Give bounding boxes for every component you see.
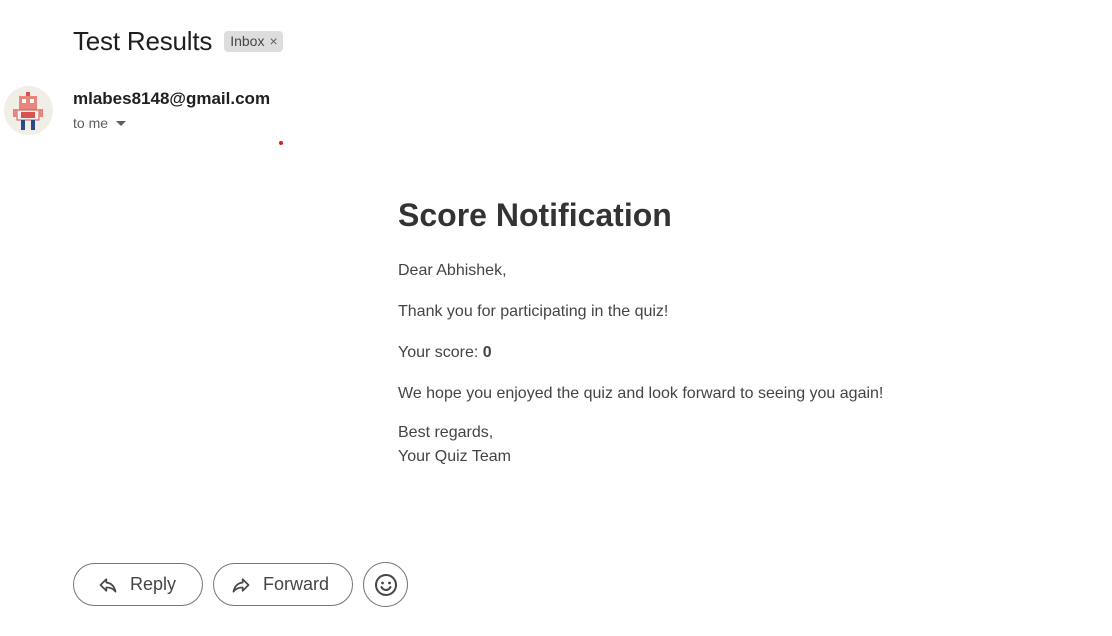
reply-button[interactable]: Reply: [73, 563, 203, 606]
email-subject: Test Results: [73, 26, 213, 56]
remove-label-icon[interactable]: ×: [269, 33, 277, 49]
hope-text: We hope you enjoyed the quiz and look fo…: [398, 385, 884, 403]
recipient-details-toggle[interactable]: to me: [73, 115, 127, 131]
robot-avatar-icon: [13, 92, 43, 130]
forward-label: Forward: [263, 574, 330, 594]
red-dot-marker: [279, 141, 283, 145]
closing: Best regards, Your Quiz Team: [398, 421, 998, 469]
score-label: Your score:: [398, 344, 479, 362]
caret-down-icon[interactable]: [116, 121, 127, 126]
closing-line-2: Your Quiz Team: [398, 448, 511, 466]
score-heading: Score Notification: [398, 197, 672, 233]
forward-button[interactable]: Forward: [213, 563, 353, 606]
thanks-text: Thank you for participating in the quiz!: [398, 303, 669, 321]
recipient-text: to me: [73, 115, 109, 131]
reply-icon: [99, 577, 117, 592]
sender-email[interactable]: mlabes8148@gmail.com: [73, 89, 270, 109]
score-value: 0: [482, 344, 492, 362]
closing-line-1: Best regards,: [398, 424, 494, 442]
email-body: Score Notification Dear Abhishek, Thank …: [398, 196, 998, 486]
reply-label: Reply: [130, 574, 177, 594]
emoji-reaction-icon: [374, 573, 397, 596]
greeting-text: Dear Abhishek,: [398, 262, 507, 280]
subject-row: Test Results Inbox ×: [73, 26, 283, 57]
emoji-reaction-button[interactable]: [363, 562, 408, 607]
forward-icon: [232, 577, 250, 592]
inbox-label-chip[interactable]: Inbox ×: [224, 31, 283, 52]
score-line: Your score: 0: [398, 341, 998, 365]
avatar[interactable]: [4, 86, 53, 135]
label-text: Inbox: [230, 33, 265, 49]
action-buttons: Reply Forward: [73, 562, 408, 607]
